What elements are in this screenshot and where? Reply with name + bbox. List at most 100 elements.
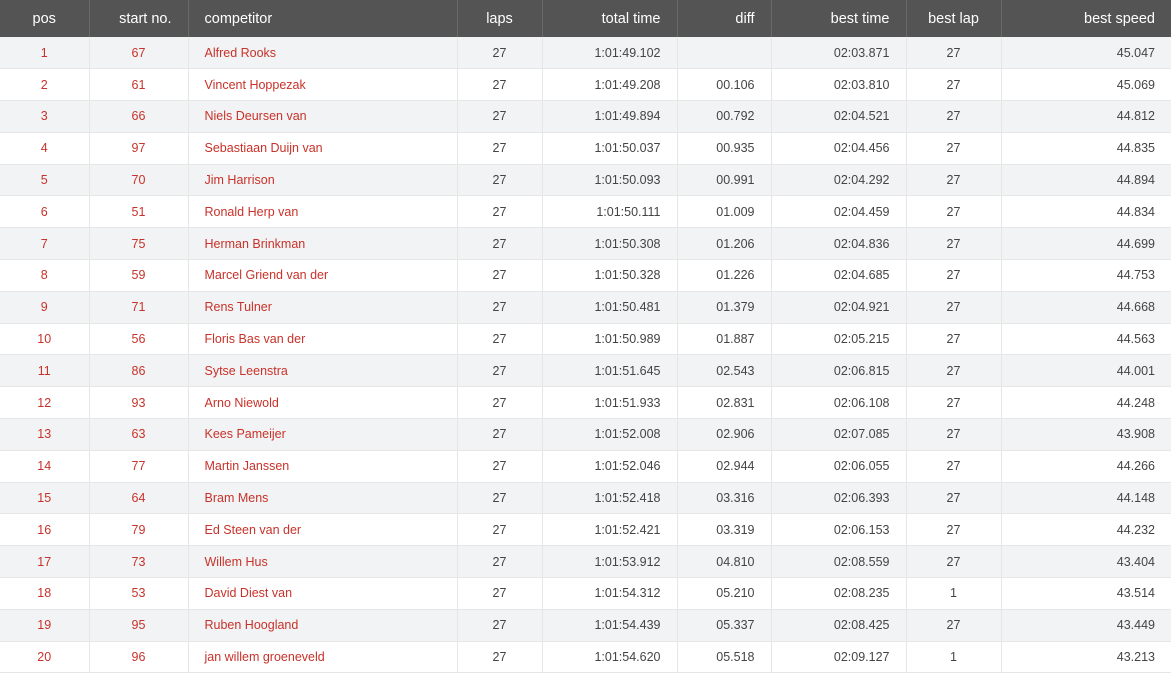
cell-best-lap: 27 [906, 609, 1002, 642]
cell-diff: 05.337 [677, 609, 772, 642]
column-header-start-no[interactable]: start no. [89, 0, 189, 37]
cell-best-lap: 1 [906, 577, 1002, 610]
header-row: pos start no. competitor laps total time… [0, 0, 1171, 37]
competitor-link[interactable]: jan willem groeneveld [205, 650, 325, 664]
competitor-link[interactable]: Kees Pameijer [205, 427, 286, 441]
cell-best-speed: 44.668 [1001, 291, 1171, 324]
cell-best-lap: 27 [906, 482, 1002, 515]
cell-total-time: 1:01:50.037 [542, 132, 678, 165]
cell-best-lap: 27 [906, 37, 1002, 70]
competitor-link[interactable]: Martin Janssen [205, 459, 290, 473]
column-header-pos[interactable]: pos [0, 0, 90, 37]
table-row: 7 75 Herman Brinkman 27 1:01:50.308 01.206 02:… [0, 227, 1171, 261]
cell-best-time: 02:06.393 [771, 482, 907, 515]
competitor-link[interactable]: Jim Harrison [205, 173, 275, 187]
table-row: 2 61 Vincent Hoppezak 27 1:01:49.208 00.106 02… [0, 68, 1171, 102]
cell-best-time: 02:08.235 [771, 577, 907, 610]
cell-diff: 00.792 [677, 100, 772, 133]
cell-pos: 18 [0, 577, 90, 610]
cell-best-speed: 44.266 [1001, 450, 1171, 483]
cell-best-speed: 43.449 [1001, 609, 1171, 642]
cell-competitor: Kees Pameijer [188, 418, 458, 451]
cell-competitor: Sytse Leenstra [188, 354, 458, 388]
cell-best-time: 02:06.815 [771, 354, 907, 388]
cell-total-time: 1:01:52.046 [542, 450, 678, 483]
cell-total-time: 1:01:54.312 [542, 577, 678, 610]
cell-laps: 27 [457, 68, 543, 102]
cell-diff: 03.316 [677, 482, 772, 515]
cell-total-time: 1:01:50.308 [542, 227, 678, 261]
cell-best-speed: 44.563 [1001, 323, 1171, 356]
competitor-link[interactable]: Bram Mens [205, 491, 269, 505]
cell-pos: 16 [0, 513, 90, 547]
cell-pos: 15 [0, 482, 90, 515]
cell-best-time: 02:04.836 [771, 227, 907, 261]
competitor-link[interactable]: Ronald Herp van [205, 205, 299, 219]
competitor-link[interactable]: Arno Niewold [205, 396, 279, 410]
cell-competitor: Bram Mens [188, 482, 458, 515]
cell-best-time: 02:06.055 [771, 450, 907, 483]
column-header-laps[interactable]: laps [457, 0, 543, 37]
table-row: 17 73 Willem Hus 27 1:01:53.912 04.810 02:08.5… [0, 545, 1171, 579]
results-table-header: pos start no. competitor laps total time… [0, 0, 1171, 37]
cell-competitor: Sebastiaan Duijn van [188, 132, 458, 165]
cell-laps: 27 [457, 482, 543, 515]
competitor-link[interactable]: Vincent Hoppezak [205, 78, 306, 92]
cell-best-lap: 27 [906, 227, 1002, 261]
cell-laps: 27 [457, 577, 543, 610]
cell-start-no: 95 [89, 609, 189, 642]
competitor-link[interactable]: Willem Hus [205, 555, 268, 569]
cell-best-time: 02:03.871 [771, 37, 907, 70]
cell-total-time: 1:01:52.008 [542, 418, 678, 451]
cell-best-time: 02:06.153 [771, 513, 907, 547]
cell-start-no: 75 [89, 227, 189, 261]
table-row: 20 96 jan willem groeneveld 27 1:01:54.620 05… [0, 641, 1171, 674]
competitor-link[interactable]: Herman Brinkman [205, 237, 306, 251]
cell-total-time: 1:01:50.328 [542, 259, 678, 292]
cell-best-speed: 44.148 [1001, 482, 1171, 515]
competitor-link[interactable]: Sytse Leenstra [205, 364, 288, 378]
cell-start-no: 63 [89, 418, 189, 451]
cell-pos: 2 [0, 68, 90, 102]
competitor-link[interactable]: Marcel Griend van der [205, 268, 329, 282]
column-header-competitor[interactable]: competitor [188, 0, 458, 37]
cell-total-time: 1:01:50.989 [542, 323, 678, 356]
cell-total-time: 1:01:54.439 [542, 609, 678, 642]
cell-best-lap: 27 [906, 164, 1002, 197]
cell-best-time: 02:04.921 [771, 291, 907, 324]
cell-start-no: 86 [89, 354, 189, 388]
cell-competitor: Alfred Rooks [188, 37, 458, 70]
cell-diff: 02.831 [677, 386, 772, 420]
cell-laps: 27 [457, 418, 543, 451]
cell-pos: 7 [0, 227, 90, 261]
column-header-best-time[interactable]: best time [771, 0, 907, 37]
column-header-total-time[interactable]: total time [542, 0, 678, 37]
cell-start-no: 66 [89, 100, 189, 133]
cell-pos: 20 [0, 641, 90, 674]
column-header-diff[interactable]: diff [677, 0, 772, 37]
competitor-link[interactable]: Niels Deursen van [205, 109, 307, 123]
cell-pos: 6 [0, 195, 90, 229]
competitor-link[interactable]: David Diest van [205, 586, 293, 600]
competitor-link[interactable]: Rens Tulner [205, 300, 272, 314]
cell-pos: 17 [0, 545, 90, 579]
cell-best-speed: 43.908 [1001, 418, 1171, 451]
cell-total-time: 1:01:50.481 [542, 291, 678, 324]
competitor-link[interactable]: Ed Steen van der [205, 523, 302, 537]
competitor-link[interactable]: Ruben Hoogland [205, 618, 299, 632]
cell-best-lap: 27 [906, 545, 1002, 579]
cell-competitor: jan willem groeneveld [188, 641, 458, 674]
table-row: 1 67 Alfred Rooks 27 1:01:49.102 02:03.871 27 4… [0, 37, 1171, 70]
table-row: 12 93 Arno Niewold 27 1:01:51.933 02.831 02:06… [0, 386, 1171, 420]
cell-diff: 00.935 [677, 132, 772, 165]
cell-total-time: 1:01:53.912 [542, 545, 678, 579]
competitor-link[interactable]: Sebastiaan Duijn van [205, 141, 323, 155]
competitor-link[interactable]: Floris Bas van der [205, 332, 306, 346]
cell-best-lap: 27 [906, 195, 1002, 229]
cell-diff: 01.226 [677, 259, 772, 292]
column-header-best-speed[interactable]: best speed [1001, 0, 1171, 37]
cell-best-lap: 27 [906, 259, 1002, 292]
column-header-best-lap[interactable]: best lap [906, 0, 1002, 37]
cell-pos: 9 [0, 291, 90, 324]
competitor-link[interactable]: Alfred Rooks [205, 46, 277, 60]
